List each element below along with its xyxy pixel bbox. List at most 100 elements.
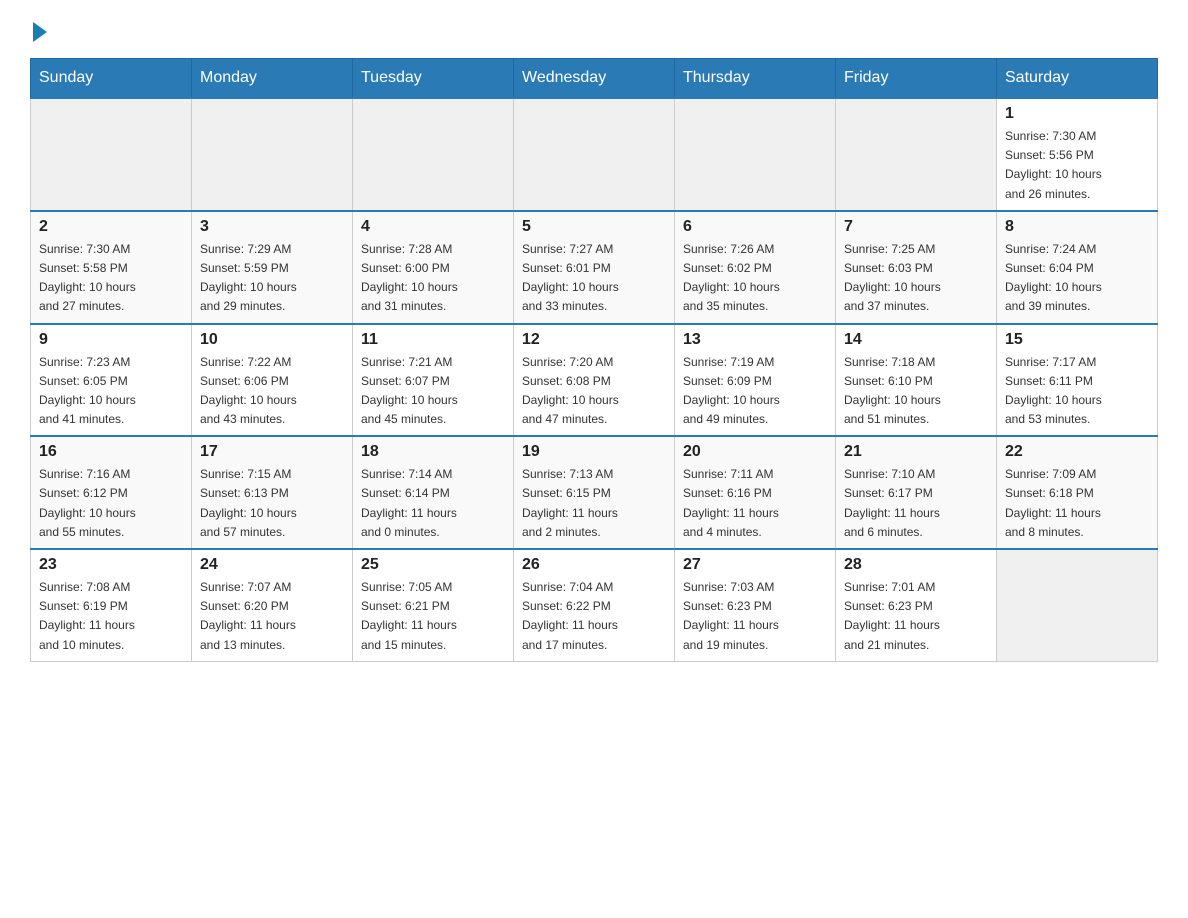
calendar-cell: 1 Sunrise: 7:30 AMSunset: 5:56 PMDaylight… [997, 98, 1158, 211]
day-number: 11 [361, 331, 505, 349]
day-number: 9 [39, 331, 183, 349]
calendar-cell: 19 Sunrise: 7:13 AMSunset: 6:15 PMDayligh… [514, 436, 675, 549]
week-row-2: 2 Sunrise: 7:30 AMSunset: 5:58 PMDaylight… [31, 211, 1158, 324]
day-number: 7 [844, 218, 988, 236]
calendar-cell: 17 Sunrise: 7:15 AMSunset: 6:13 PMDayligh… [192, 436, 353, 549]
weekday-header-tuesday: Tuesday [353, 59, 514, 99]
week-row-3: 9 Sunrise: 7:23 AMSunset: 6:05 PMDaylight… [31, 324, 1158, 437]
day-number: 6 [683, 218, 827, 236]
day-number: 13 [683, 331, 827, 349]
day-info: Sunrise: 7:03 AMSunset: 6:23 PMDaylight:… [683, 578, 827, 655]
day-number: 25 [361, 556, 505, 574]
day-info: Sunrise: 7:24 AMSunset: 6:04 PMDaylight:… [1005, 240, 1149, 317]
day-number: 10 [200, 331, 344, 349]
calendar-cell: 8Sunrise: 7:24 AMSunset: 6:04 PMDaylight… [997, 211, 1158, 324]
calendar-cell: 14 Sunrise: 7:18 AMSunset: 6:10 PMDayligh… [836, 324, 997, 437]
day-number: 5 [522, 218, 666, 236]
calendar-cell: 18 Sunrise: 7:14 AMSunset: 6:14 PMDayligh… [353, 436, 514, 549]
calendar-cell [192, 98, 353, 211]
day-number: 28 [844, 556, 988, 574]
calendar-cell [353, 98, 514, 211]
day-info: Sunrise: 7:22 AMSunset: 6:06 PMDaylight:… [200, 353, 344, 430]
day-info: Sunrise: 7:30 AMSunset: 5:58 PMDaylight:… [39, 240, 183, 317]
calendar-cell: 24 Sunrise: 7:07 AMSunset: 6:20 PMDayligh… [192, 549, 353, 661]
calendar-cell: 3 Sunrise: 7:29 AMSunset: 5:59 PMDaylight… [192, 211, 353, 324]
calendar-cell: 2 Sunrise: 7:30 AMSunset: 5:58 PMDaylight… [31, 211, 192, 324]
day-info: Sunrise: 7:19 AMSunset: 6:09 PMDaylight:… [683, 353, 827, 430]
calendar-cell: 7 Sunrise: 7:25 AMSunset: 6:03 PMDaylight… [836, 211, 997, 324]
day-number: 19 [522, 443, 666, 461]
calendar-cell [514, 98, 675, 211]
day-info: Sunrise: 7:10 AMSunset: 6:17 PMDaylight:… [844, 465, 988, 542]
weekday-header-saturday: Saturday [997, 59, 1158, 99]
day-info: Sunrise: 7:15 AMSunset: 6:13 PMDaylight:… [200, 465, 344, 542]
day-info: Sunrise: 7:23 AMSunset: 6:05 PMDaylight:… [39, 353, 183, 430]
calendar-cell: 5 Sunrise: 7:27 AMSunset: 6:01 PMDaylight… [514, 211, 675, 324]
day-number: 1 [1005, 105, 1149, 123]
calendar-cell: 27 Sunrise: 7:03 AMSunset: 6:23 PMDayligh… [675, 549, 836, 661]
calendar-cell: 15 Sunrise: 7:17 AMSunset: 6:11 PMDayligh… [997, 324, 1158, 437]
day-number: 3 [200, 218, 344, 236]
day-info: Sunrise: 7:04 AMSunset: 6:22 PMDaylight:… [522, 578, 666, 655]
day-number: 22 [1005, 443, 1149, 461]
day-info: Sunrise: 7:17 AMSunset: 6:11 PMDaylight:… [1005, 353, 1149, 430]
calendar-cell: 20 Sunrise: 7:11 AMSunset: 6:16 PMDayligh… [675, 436, 836, 549]
calendar-cell: 4 Sunrise: 7:28 AMSunset: 6:00 PMDaylight… [353, 211, 514, 324]
calendar-cell: 22Sunrise: 7:09 AMSunset: 6:18 PMDayligh… [997, 436, 1158, 549]
weekday-header-sunday: Sunday [31, 59, 192, 99]
calendar-cell: 25 Sunrise: 7:05 AMSunset: 6:21 PMDayligh… [353, 549, 514, 661]
calendar-cell [997, 549, 1158, 661]
day-number: 24 [200, 556, 344, 574]
calendar-table: SundayMondayTuesdayWednesdayThursdayFrid… [30, 58, 1158, 662]
calendar-cell [31, 98, 192, 211]
day-number: 18 [361, 443, 505, 461]
day-info: Sunrise: 7:01 AMSunset: 6:23 PMDaylight:… [844, 578, 988, 655]
day-info: Sunrise: 7:26 AMSunset: 6:02 PMDaylight:… [683, 240, 827, 317]
day-number: 20 [683, 443, 827, 461]
weekday-header-monday: Monday [192, 59, 353, 99]
calendar-cell: 10 Sunrise: 7:22 AMSunset: 6:06 PMDayligh… [192, 324, 353, 437]
day-info: Sunrise: 7:11 AMSunset: 6:16 PMDaylight:… [683, 465, 827, 542]
week-row-4: 16 Sunrise: 7:16 AMSunset: 6:12 PMDayligh… [31, 436, 1158, 549]
weekday-header-friday: Friday [836, 59, 997, 99]
day-info: Sunrise: 7:07 AMSunset: 6:20 PMDaylight:… [200, 578, 344, 655]
day-info: Sunrise: 7:28 AMSunset: 6:00 PMDaylight:… [361, 240, 505, 317]
day-number: 4 [361, 218, 505, 236]
calendar-cell: 21 Sunrise: 7:10 AMSunset: 6:17 PMDayligh… [836, 436, 997, 549]
day-info: Sunrise: 7:05 AMSunset: 6:21 PMDaylight:… [361, 578, 505, 655]
calendar-cell: 9 Sunrise: 7:23 AMSunset: 6:05 PMDaylight… [31, 324, 192, 437]
day-info: Sunrise: 7:08 AMSunset: 6:19 PMDaylight:… [39, 578, 183, 655]
page-header [30, 20, 1158, 38]
weekday-header-row: SundayMondayTuesdayWednesdayThursdayFrid… [31, 59, 1158, 99]
weekday-header-thursday: Thursday [675, 59, 836, 99]
calendar-cell: 6 Sunrise: 7:26 AMSunset: 6:02 PMDaylight… [675, 211, 836, 324]
calendar-cell [836, 98, 997, 211]
calendar-cell: 26Sunrise: 7:04 AMSunset: 6:22 PMDayligh… [514, 549, 675, 661]
week-row-1: 1 Sunrise: 7:30 AMSunset: 5:56 PMDaylight… [31, 98, 1158, 211]
day-info: Sunrise: 7:20 AMSunset: 6:08 PMDaylight:… [522, 353, 666, 430]
day-info: Sunrise: 7:18 AMSunset: 6:10 PMDaylight:… [844, 353, 988, 430]
day-number: 17 [200, 443, 344, 461]
calendar-cell [675, 98, 836, 211]
calendar-cell: 28 Sunrise: 7:01 AMSunset: 6:23 PMDayligh… [836, 549, 997, 661]
calendar-cell: 12Sunrise: 7:20 AMSunset: 6:08 PMDayligh… [514, 324, 675, 437]
logo [30, 20, 47, 38]
day-number: 15 [1005, 331, 1149, 349]
day-info: Sunrise: 7:27 AMSunset: 6:01 PMDaylight:… [522, 240, 666, 317]
day-info: Sunrise: 7:14 AMSunset: 6:14 PMDaylight:… [361, 465, 505, 542]
day-info: Sunrise: 7:21 AMSunset: 6:07 PMDaylight:… [361, 353, 505, 430]
day-info: Sunrise: 7:16 AMSunset: 6:12 PMDaylight:… [39, 465, 183, 542]
logo-arrow-icon [33, 22, 47, 42]
day-info: Sunrise: 7:30 AMSunset: 5:56 PMDaylight:… [1005, 127, 1149, 204]
day-info: Sunrise: 7:25 AMSunset: 6:03 PMDaylight:… [844, 240, 988, 317]
day-number: 14 [844, 331, 988, 349]
day-number: 27 [683, 556, 827, 574]
day-number: 16 [39, 443, 183, 461]
day-number: 21 [844, 443, 988, 461]
calendar-cell: 11 Sunrise: 7:21 AMSunset: 6:07 PMDayligh… [353, 324, 514, 437]
day-info: Sunrise: 7:29 AMSunset: 5:59 PMDaylight:… [200, 240, 344, 317]
calendar-cell: 16 Sunrise: 7:16 AMSunset: 6:12 PMDayligh… [31, 436, 192, 549]
day-info: Sunrise: 7:13 AMSunset: 6:15 PMDaylight:… [522, 465, 666, 542]
calendar-cell: 23Sunrise: 7:08 AMSunset: 6:19 PMDayligh… [31, 549, 192, 661]
day-number: 2 [39, 218, 183, 236]
